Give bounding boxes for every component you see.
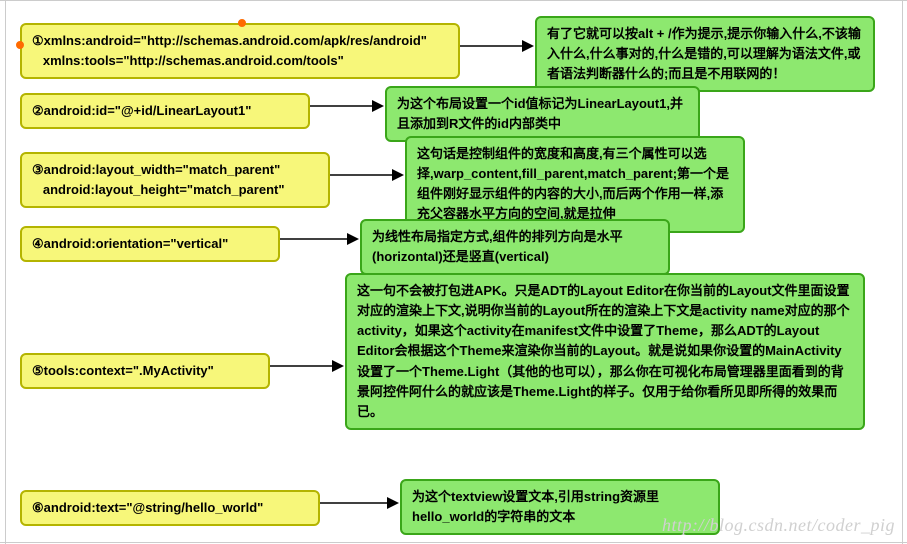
arrow-2 <box>310 97 385 115</box>
watermark: http://blog.csdn.net/coder_pig <box>662 515 895 536</box>
note-box-1: 有了它就可以按alt + /作为提示,提示你输入什么,不该输入什么,什么事对的,… <box>535 16 875 92</box>
note-box-5: 这一句不会被打包进APK。只是ADT的Layout Editor在你当前的Lay… <box>345 273 865 430</box>
arrow-1 <box>460 37 535 55</box>
code-box-2: ②android:id="@+id/LinearLayout1" <box>20 93 310 129</box>
grid-line <box>5 1 6 544</box>
resize-handle <box>16 41 24 49</box>
code-box-5: ⑤tools:context=".MyActivity" <box>20 353 270 389</box>
note-box-4: 为线性布局指定方式,组件的排列方向是水平(horizontal)还是竖直(ver… <box>360 219 670 275</box>
arrow-5 <box>270 357 345 375</box>
arrow-4 <box>280 230 360 248</box>
code-box-3: ③android:layout_width="match_parent" and… <box>20 152 330 208</box>
code-box-4: ④android:orientation="vertical" <box>20 226 280 262</box>
diagram-canvas: ①xmlns:android="http://schemas.android.c… <box>0 0 907 543</box>
resize-handle <box>238 19 246 27</box>
note-box-2: 为这个布局设置一个id值标记为LinearLayout1,并且添加到R文件的id… <box>385 86 700 142</box>
code-box-1: ①xmlns:android="http://schemas.android.c… <box>20 23 460 79</box>
arrow-3 <box>330 166 405 184</box>
arrow-6 <box>320 494 400 512</box>
grid-line <box>902 1 903 544</box>
code-box-6: ⑥android:text="@string/hello_world" <box>20 490 320 526</box>
